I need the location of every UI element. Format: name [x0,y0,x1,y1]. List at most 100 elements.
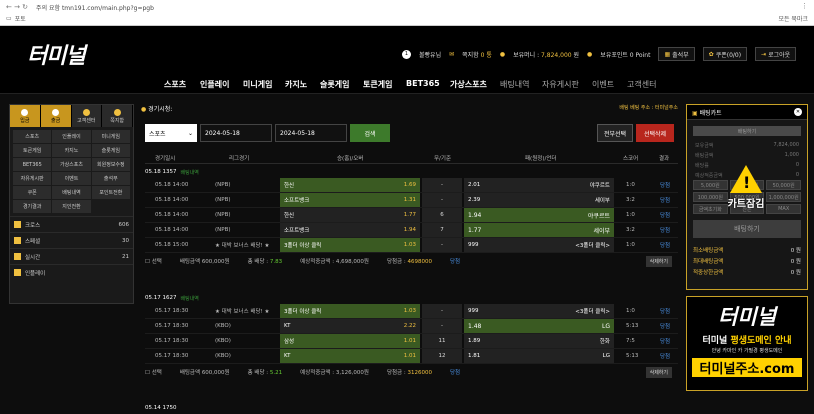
sidebar-item[interactable]: 카지노 [52,144,91,157]
withdraw-button[interactable]: 출금 [40,105,72,127]
home-odds-cell[interactable]: 삼성 1.01 [280,334,420,348]
away-odds-cell[interactable]: 1.89 한화 [464,334,614,348]
address-bar[interactable]: ← → ↻ 주의 요함 tmn191.com/main.php?g=pgb [6,2,786,12]
draw-cell[interactable]: 7 [422,223,462,237]
select-checkbox[interactable]: ☐ 선택 [145,368,162,376]
site-logo[interactable]: 터미널 [27,38,86,70]
cart-tab[interactable]: 배팅하기 [693,126,801,136]
draw-cell[interactable]: - [422,304,462,318]
menu-token[interactable]: 토큰게임 [363,79,392,90]
sport-select[interactable]: 스포츠 ⌄ [145,124,197,142]
draw-cell[interactable]: 12 [422,349,462,363]
menu-slot[interactable]: 슬롯게임 [320,79,349,90]
menu-minigame[interactable]: 미니게임 [243,79,272,90]
home-odds-cell[interactable]: 3폴더 이상 클릭 1.03 [280,304,420,318]
sidebar-item[interactable]: 쿠폰 [13,186,52,199]
sidebar-item[interactable]: 지인전환 [52,200,91,213]
sidebar-item[interactable]: 인플레이 [52,130,91,143]
delete-button[interactable]: 삭제하기 [645,255,672,267]
away-odds-cell[interactable]: 1.94 야쿠르트 [464,208,614,222]
home-odds-cell[interactable]: KT 2.22 [280,319,420,333]
delete-selected-button[interactable]: 선택삭제 [636,124,674,142]
coupon-button[interactable]: ✿ 쿠폰(0/0) [702,47,748,61]
sidebar-item[interactable]: 회원정보수정 [91,158,130,171]
bookmark-item[interactable]: 포토 [15,14,26,23]
logout-button[interactable]: ⇥ 로그아웃 [755,47,797,61]
date-from-input[interactable]: 2024-05-18 [200,124,272,142]
home-odds-cell[interactable]: 한신 1.69 [280,178,420,192]
points: 보유포인트 0 Point [600,51,651,59]
menu-virtual[interactable]: 가상스포츠 [450,79,487,90]
draw-cell[interactable]: - [422,193,462,207]
away-odds-cell[interactable]: 2.01 야쿠르트 [464,178,614,192]
row-result: 당첨 [660,324,671,330]
sidebar-item[interactable]: 포인트전환 [91,186,130,199]
select-checkbox[interactable]: ☐ 선택 [145,257,162,265]
home-odds-cell[interactable]: 3폴더 이상 클릭 1.03 [280,238,420,252]
date-to-input[interactable]: 2024-05-18 [275,124,347,142]
attendance-button[interactable]: ▦ 출석부 [658,47,695,61]
cart-stat: 최소배팅금액 0 원 [693,247,801,254]
draw-cell[interactable]: 6 [422,208,462,222]
domain-banner[interactable]: 터미널 터미널 평생도메인 안내 안녕 카마인 카 가필경 평생도메인 터미널주… [686,296,808,391]
sidebar-item[interactable]: BET365 [13,158,52,171]
row-league: (NPB) [215,197,231,203]
menu-event[interactable]: 이벤트 [592,79,614,90]
sidebar-item[interactable]: 가상스포츠 [52,158,91,171]
table-row: 05.18 14:00 (NPB) 한신 1.69-2.01 야쿠르트 1:0 당첨 [145,178,678,193]
message-box[interactable]: 쪽지함 0 통 [462,50,492,59]
sidebar-list-item[interactable]: 실시간 21 [10,248,133,264]
draw-cell[interactable]: - [422,238,462,252]
all-bookmarks[interactable]: 모든 북마크 [778,14,808,23]
away-odds-cell[interactable]: 1.48 LG [464,319,614,333]
sidebar-item[interactable]: 스포츠 [13,130,52,143]
support-button[interactable]: 고객센터 [72,105,103,127]
folder-icon: ▭ [6,15,12,22]
sidebar-item[interactable]: 자유게시판 [13,172,52,185]
sidebar-item[interactable]: 이벤트 [52,172,91,185]
group-title: 05.14 1750 [145,405,177,411]
sidebar-list-item[interactable]: 크로스 606 [10,216,133,232]
home-odds-cell[interactable]: KT 1.01 [280,349,420,363]
menu-sports[interactable]: 스포츠 [164,79,186,90]
sidebar-list-item[interactable]: 스페셜 30 [10,232,133,248]
menu-history[interactable]: 배팅내역 [500,79,529,90]
menu-inplay[interactable]: 인플레이 [200,79,229,90]
away-odds-cell[interactable]: 1.81 LG [464,349,614,363]
away-odds-cell[interactable]: 1.77 세이부 [464,223,614,237]
away-odds-cell[interactable]: 999 <3폴더 클릭> [464,238,614,252]
bet-submit-button[interactable]: 배팅하기 [693,220,801,238]
row-league: (KBO) [215,323,231,329]
menu-casino[interactable]: 카지노 [285,79,307,90]
row-league: (NPB) [215,212,231,218]
bet-cart: ▣ 배팅카트 ✕ 배팅하기 보유금액 7,824,000 배팅금액 1,000 배당률… [686,104,808,290]
menu-bet365[interactable]: BET365 [406,79,440,88]
select-all-button[interactable]: 전부선택 [597,124,633,142]
sidebar-item[interactable]: 토큰게임 [13,144,52,157]
sidebar-item[interactable]: 슬롯게임 [91,144,130,157]
main-menu: 스포츠 인플레이 미니게임 카지노 슬롯게임 토큰게임 BET365 가상스포츠… [0,74,814,94]
search-button[interactable]: 검색 [350,124,390,142]
row-league: (KBO) [215,353,231,359]
sidebar-item[interactable]: 출석부 [91,172,130,185]
menu-support[interactable]: 고객센터 [627,79,656,90]
away-odds-cell[interactable]: 999 <3폴더 클릭> [464,304,614,318]
draw-cell[interactable]: - [422,178,462,192]
sidebar-item[interactable]: 배팅내역 [52,186,91,199]
nav-icons[interactable]: ← → ↻ [6,3,28,11]
draw-cell[interactable]: 11 [422,334,462,348]
draw-cell[interactable]: - [422,319,462,333]
menu-board[interactable]: 자유게시판 [542,79,579,90]
close-icon[interactable]: ✕ [794,108,802,116]
sidebar-item[interactable]: 미니게임 [91,130,130,143]
menu-icon[interactable]: ⋮ [801,2,808,10]
home-odds-cell[interactable]: 한신 1.77 [280,208,420,222]
deposit-button[interactable]: 입금 [10,105,41,127]
home-odds-cell[interactable]: 소프트뱅크 1.31 [280,193,420,207]
away-odds-cell[interactable]: 2.39 세이부 [464,193,614,207]
message-button[interactable]: 쪽지함 [102,105,133,127]
delete-button[interactable]: 삭제하기 [645,366,672,378]
home-odds-cell[interactable]: 소프트뱅크 1.94 [280,223,420,237]
sidebar-item[interactable]: 경기결과 [13,200,52,213]
sidebar-list-item[interactable]: 인플레이 [10,264,133,280]
